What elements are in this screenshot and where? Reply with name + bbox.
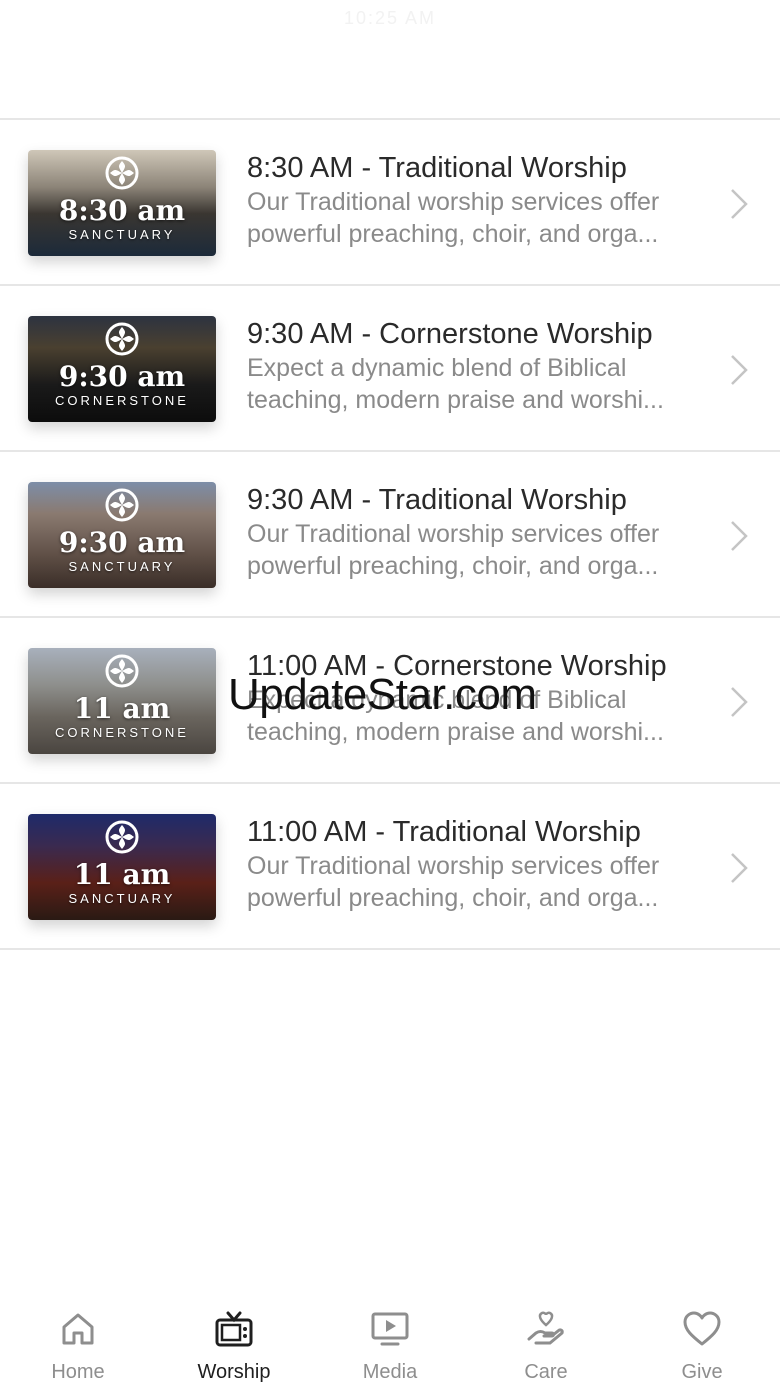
tab-bar: Home Worship Media Care Give xyxy=(0,1295,780,1387)
service-title: 11:00 AM - Traditional Worship xyxy=(247,816,641,848)
church-logo-icon xyxy=(105,654,139,688)
church-logo-icon xyxy=(105,488,139,522)
service-thumbnail: 9:30 am SANCTUARY xyxy=(28,482,216,588)
thumbnail-venue: SANCTUARY xyxy=(68,891,176,906)
service-thumbnail: 11 am SANCTUARY xyxy=(28,814,216,920)
description-line-2: powerful preaching, choir, and orga... xyxy=(247,884,659,912)
chevron-right-icon xyxy=(731,189,748,219)
heart-hand-icon xyxy=(527,1311,564,1345)
church-logo-icon xyxy=(105,322,139,356)
tab-label: Media xyxy=(362,1361,418,1383)
top-bar: 10:25 AM xyxy=(0,0,780,120)
tab-label: Home xyxy=(51,1361,105,1383)
tab-label: Give xyxy=(681,1361,723,1383)
chevron-right-icon xyxy=(731,521,748,551)
service-thumbnail: 11 am CORNERSTONE xyxy=(28,648,216,754)
church-logo-icon xyxy=(105,820,139,854)
tab-media[interactable]: Media xyxy=(312,1295,468,1387)
description-line-2: teaching, modern praise and worshi... xyxy=(247,386,664,414)
service-title: 9:30 AM - Cornerstone Worship xyxy=(247,318,653,350)
description-line-2: teaching, modern praise and worshi... xyxy=(247,718,664,746)
chevron-right-icon xyxy=(731,687,748,717)
thumbnail-time: 11 am xyxy=(73,858,171,891)
service-row-1100-traditional[interactable]: 11 am SANCTUARY 11:00 AM - Traditional W… xyxy=(0,784,780,950)
description-line-2: powerful preaching, choir, and orga... xyxy=(247,220,659,248)
service-title: 9:30 AM - Traditional Worship xyxy=(247,484,627,516)
tab-home[interactable]: Home xyxy=(0,1295,156,1387)
thumbnail-venue: CORNERSTONE xyxy=(55,393,189,408)
description-line-1: Our Traditional worship services offer xyxy=(247,520,660,548)
service-list: 8:30 am SANCTUARY 8:30 AM - Traditional … xyxy=(0,120,780,950)
service-row-830-traditional[interactable]: 8:30 am SANCTUARY 8:30 AM - Traditional … xyxy=(0,120,780,286)
status-time: 10:25 AM xyxy=(343,8,437,28)
thumbnail-venue: SANCTUARY xyxy=(68,227,176,242)
chevron-right-icon xyxy=(731,853,748,883)
tab-label: Worship xyxy=(197,1361,271,1383)
home-icon xyxy=(62,1313,94,1345)
watermark-text: UpdateStar.com xyxy=(228,670,537,719)
tv-icon xyxy=(215,1311,253,1347)
heart-icon xyxy=(683,1311,721,1346)
service-title: 8:30 AM - Traditional Worship xyxy=(247,152,627,184)
tab-worship[interactable]: Worship xyxy=(156,1295,312,1387)
thumbnail-time: 8:30 am xyxy=(58,194,186,227)
service-thumbnail: 9:30 am CORNERSTONE xyxy=(28,316,216,422)
chevron-right-icon xyxy=(731,355,748,385)
description-line-1: Our Traditional worship services offer xyxy=(247,852,660,880)
thumbnail-venue: SANCTUARY xyxy=(68,559,176,574)
thumbnail-time: 9:30 am xyxy=(58,526,186,559)
thumbnail-venue: CORNERSTONE xyxy=(55,725,189,740)
service-description: Expect a dynamic blend of Biblical teach… xyxy=(247,352,702,416)
description-line-1: Our Traditional worship services offer xyxy=(247,188,660,216)
description-line-2: powerful preaching, choir, and orga... xyxy=(247,552,659,580)
thumbnail-time: 11 am xyxy=(73,692,171,725)
description-line-1: Expect a dynamic blend of Biblical xyxy=(247,354,627,382)
service-row-930-cornerstone[interactable]: 9:30 am CORNERSTONE 9:30 AM - Cornerston… xyxy=(0,286,780,452)
service-description: Our Traditional worship services offer p… xyxy=(247,186,702,250)
tab-care[interactable]: Care xyxy=(468,1295,624,1387)
service-thumbnail: 8:30 am SANCTUARY xyxy=(28,150,216,256)
tab-give[interactable]: Give xyxy=(624,1295,780,1387)
play-screen-icon xyxy=(371,1312,409,1346)
service-description: Our Traditional worship services offer p… xyxy=(247,850,702,914)
service-row-930-traditional[interactable]: 9:30 am SANCTUARY 9:30 AM - Traditional … xyxy=(0,452,780,618)
thumbnail-time: 9:30 am xyxy=(58,360,186,393)
tab-label: Care xyxy=(524,1361,568,1383)
service-description: Our Traditional worship services offer p… xyxy=(247,518,702,582)
church-logo-icon xyxy=(105,156,139,190)
